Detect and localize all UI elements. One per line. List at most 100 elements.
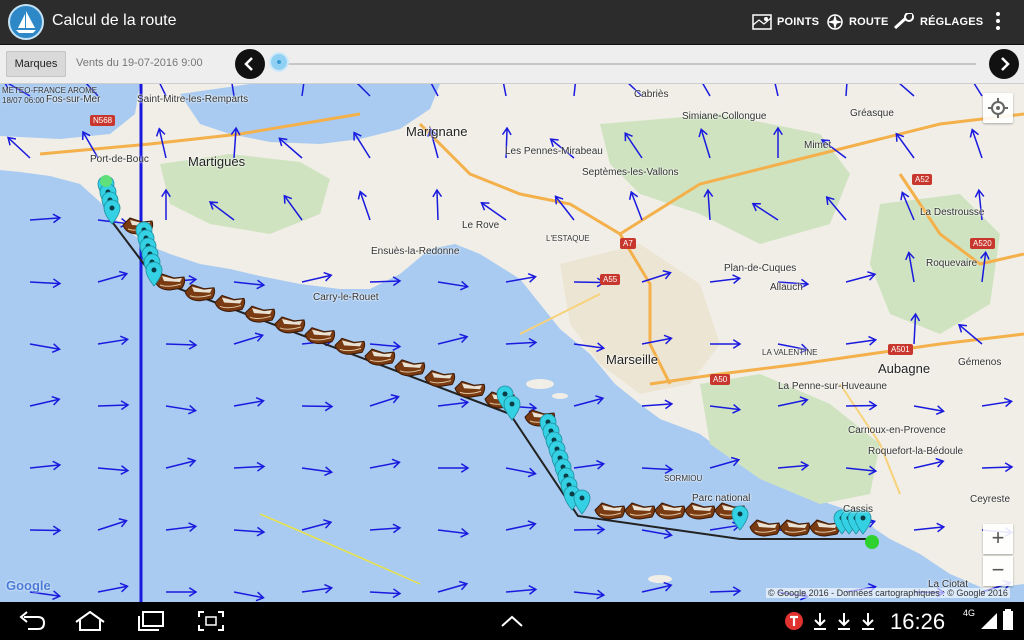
place-label: Septèmes-les-Vallons	[582, 167, 679, 178]
wind-arrow	[233, 397, 265, 407]
next-time-button[interactable]	[989, 49, 1019, 79]
zoom-out-button[interactable]: −	[983, 556, 1013, 586]
wind-arrow	[29, 278, 62, 289]
place-label: Simiane-Collongue	[682, 111, 767, 122]
road-shield: A52	[912, 174, 933, 185]
wind-arrow	[369, 458, 401, 469]
previous-time-button[interactable]	[235, 49, 265, 79]
wind-arrow	[29, 395, 61, 407]
wind-arrow	[709, 586, 742, 597]
map-points-icon	[752, 14, 772, 30]
back-icon[interactable]	[18, 611, 46, 631]
place-label: Ceyreste	[970, 494, 1011, 505]
place-label: L'ESTAQUE	[546, 234, 590, 243]
boat-icon	[364, 348, 396, 366]
boat-icon	[274, 316, 306, 334]
recent-apps-icon[interactable]	[136, 611, 164, 631]
wind-arrow	[369, 394, 400, 407]
boat-icon	[244, 305, 276, 323]
time-slider-thumb[interactable]	[269, 52, 289, 72]
place-label: Cassis	[843, 504, 874, 515]
place-label: Cabriès	[634, 89, 669, 100]
home-icon[interactable]	[74, 610, 106, 632]
wind-arrow	[233, 332, 265, 345]
zoom-in-button[interactable]: +	[983, 524, 1013, 554]
wind-arrow	[97, 335, 130, 346]
road-shield: A520	[970, 238, 995, 249]
wind-arrow	[29, 343, 61, 353]
wind-arrow	[505, 467, 537, 478]
boat-icon	[749, 519, 781, 537]
app-bar: Calcul de la route POINTS ROUTE RÉGLAGES	[0, 0, 1024, 45]
network-type: 4G	[963, 608, 976, 618]
boat-icon	[184, 284, 216, 302]
place-label: Saint-Mitre-les-Remparts	[137, 94, 249, 105]
wind-arrow	[437, 580, 469, 593]
place-label: Roquevaire	[926, 258, 978, 269]
boat-icon	[214, 294, 246, 312]
time-slider-track[interactable]	[278, 63, 976, 65]
wind-arrow	[166, 587, 198, 597]
map-view[interactable]: METEO-FRANCE AROME 18/07 06:00 Fos-sur-M…	[0, 84, 1024, 602]
waypoint-pin-icon[interactable]	[503, 395, 521, 421]
map-copyright: © Google 2016 - Données cartographiques …	[766, 588, 1010, 598]
points-button[interactable]: POINTS	[752, 10, 819, 34]
download-icon	[814, 613, 826, 630]
wind-arrow	[97, 465, 130, 475]
wind-arrow	[438, 463, 470, 473]
waypoint-pin-icon[interactable]	[573, 489, 591, 515]
map-base	[0, 84, 1024, 602]
wind-arrow	[369, 588, 402, 599]
place-label: Allauch	[770, 282, 803, 293]
place-label: Parc national	[692, 493, 751, 504]
clock: 16:26	[890, 609, 946, 634]
settings-button[interactable]: RÉGLAGES	[893, 10, 983, 34]
place-label: La Destrousse	[920, 207, 985, 218]
screenshot-icon[interactable]	[198, 611, 224, 631]
app-title: Calcul de la route	[52, 12, 177, 29]
chevron-right-icon	[1001, 57, 1010, 71]
wind-arrow	[369, 523, 402, 534]
road-shield: A7	[620, 238, 636, 249]
more-vert-icon[interactable]	[990, 10, 1006, 34]
wind-arrow	[505, 520, 537, 531]
place-label: Gréasque	[850, 108, 894, 119]
wind-arrow	[301, 401, 334, 412]
wind-arrow	[437, 527, 470, 538]
my-location-button[interactable]	[983, 93, 1013, 123]
wind-arrow	[165, 457, 197, 469]
place-label: Ensuès-la-Redonne	[371, 246, 460, 257]
points-label: POINTS	[777, 16, 820, 28]
place-label: Port-de-Bouc	[90, 154, 149, 165]
route-button[interactable]: ROUTE	[826, 10, 889, 34]
wind-arrow	[97, 582, 129, 593]
wind-arrow	[97, 518, 128, 531]
wind-arrow	[573, 524, 606, 535]
app-logo-icon[interactable]	[8, 4, 44, 40]
notification-app-icon	[785, 612, 803, 630]
place-label: Fos-sur-Mer	[46, 94, 101, 105]
boat-icon	[424, 369, 456, 388]
road-shield: A55	[600, 274, 621, 285]
wind-arrow	[165, 522, 198, 533]
wind-arrow	[97, 400, 130, 411]
boat-icon	[394, 359, 426, 377]
wind-arrow	[29, 213, 62, 224]
wind-arrow	[301, 519, 333, 531]
wind-arrow	[641, 529, 673, 539]
wind-arrow	[29, 525, 62, 536]
wind-arrow	[573, 395, 605, 407]
compass-icon	[827, 14, 843, 30]
signal-icon	[981, 613, 997, 629]
wind-arrow	[437, 398, 470, 409]
route-label: ROUTE	[849, 16, 889, 28]
wind-arrow	[97, 270, 129, 283]
download-icon	[862, 613, 874, 630]
wind-arrow	[233, 526, 266, 537]
place-label: Les Pennes-Mirabeau	[505, 146, 603, 157]
place-label: Roquefort-la-Bédoule	[868, 446, 964, 457]
wind-arrow	[641, 464, 674, 475]
marques-button[interactable]: Marques	[6, 51, 66, 77]
chevron-up-icon[interactable]	[500, 614, 524, 628]
start-marker	[100, 175, 112, 187]
